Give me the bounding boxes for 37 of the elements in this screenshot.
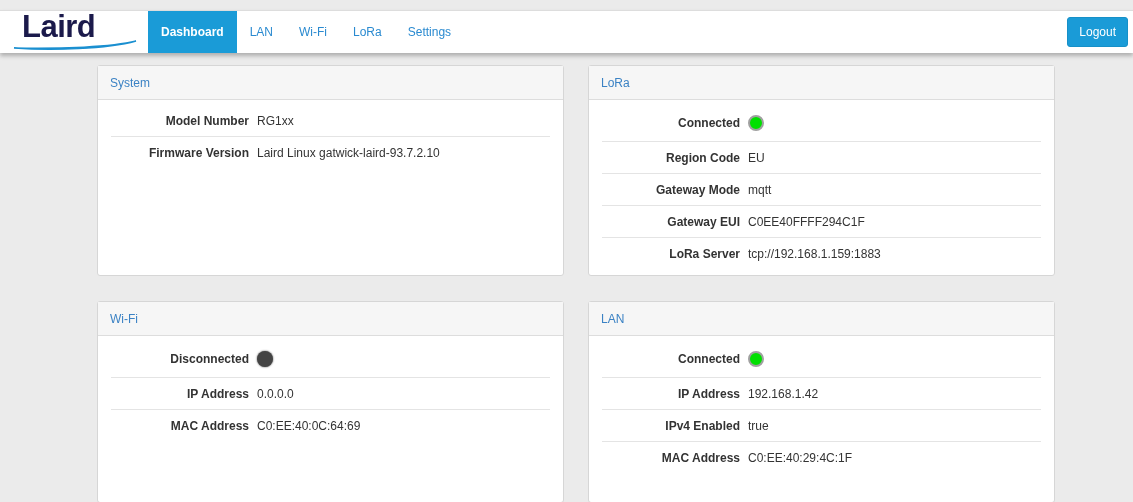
field-value: C0:EE:40:0C:64:69 — [257, 418, 361, 433]
field-value: 192.168.1.42 — [748, 386, 819, 401]
nav-tab[interactable]: Settings — [394, 11, 465, 53]
field-label: Connected — [677, 116, 740, 130]
field-label: Gateway EUI — [666, 214, 740, 229]
swoosh-icon — [12, 37, 138, 51]
panel-title: LoRa — [601, 75, 630, 90]
field-value: mqtt — [748, 182, 772, 197]
field-label: Disconnected — [169, 352, 249, 366]
logout-button[interactable]: Logout — [1067, 17, 1128, 47]
nav-tab[interactable]: LAN — [236, 11, 287, 53]
field-label: Connected — [677, 352, 740, 366]
field-value: C0EE40FFFF294C1F — [748, 214, 865, 229]
panel-title: Wi-Fi — [110, 311, 138, 326]
field-label: Firmware Version — [147, 145, 249, 160]
field-value: C0:EE:40:29:4C:1F — [748, 450, 853, 465]
field-value: true — [748, 418, 769, 433]
field-label: IP Address — [676, 386, 740, 401]
field-label: MAC Address — [169, 418, 249, 433]
field-label: Gateway Mode — [654, 182, 740, 197]
panel-title: LAN — [601, 311, 625, 326]
field-label: LoRa Server — [668, 246, 740, 261]
panel-title: System — [110, 75, 150, 90]
field-label: Model Number — [164, 113, 249, 128]
field-label: IP Address — [185, 386, 249, 401]
nav-tab[interactable]: LoRa — [340, 11, 395, 53]
field-label: MAC Address — [660, 450, 740, 465]
nav-tab[interactable]: Dashboard — [148, 11, 237, 53]
field-value: RG1xx — [257, 113, 294, 128]
field-value: 0.0.0.0 — [257, 386, 294, 401]
field-label: Region Code — [665, 150, 740, 165]
field-value: tcp://192.168.1.159:1883 — [748, 246, 881, 261]
field-label: IPv4 Enabled — [664, 418, 740, 433]
nav-tab[interactable]: Wi-Fi — [286, 11, 340, 53]
logo-text: Laird — [22, 13, 97, 41]
field-value: Laird Linux gatwick-laird-93.7.2.10 — [257, 145, 440, 160]
field-value: EU — [748, 150, 765, 165]
